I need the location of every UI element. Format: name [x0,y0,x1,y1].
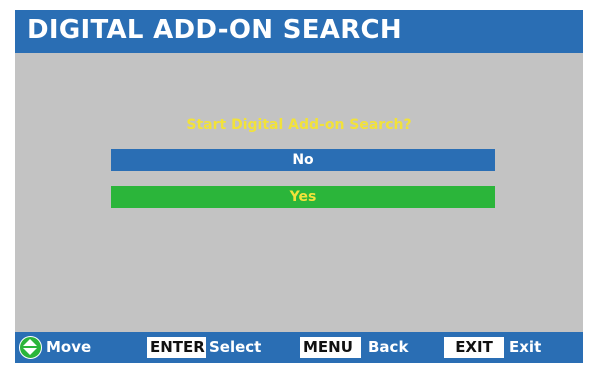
back-hint-label: Back [368,338,409,356]
title-bar: DIGITAL ADD-ON SEARCH [15,10,583,53]
footer-hint-bar: Move ENTER Select MENU Back EXIT Exit [15,332,583,363]
exit-hint-label: Exit [509,338,542,356]
up-down-arrows-icon [19,336,42,359]
enter-key-badge: ENTER [147,337,206,358]
tv-menu-screen: DIGITAL ADD-ON SEARCH Start Digital Add-… [15,10,583,363]
menu-key-badge: MENU [300,337,361,358]
page-title: DIGITAL ADD-ON SEARCH [27,15,402,45]
exit-key-badge: EXIT [444,337,504,358]
option-no-button[interactable]: No [111,149,495,171]
select-hint-label: Select [209,338,262,356]
search-prompt: Start Digital Add-on Search? [186,117,412,133]
option-yes-button[interactable]: Yes [111,186,495,208]
move-hint-label: Move [46,338,92,356]
